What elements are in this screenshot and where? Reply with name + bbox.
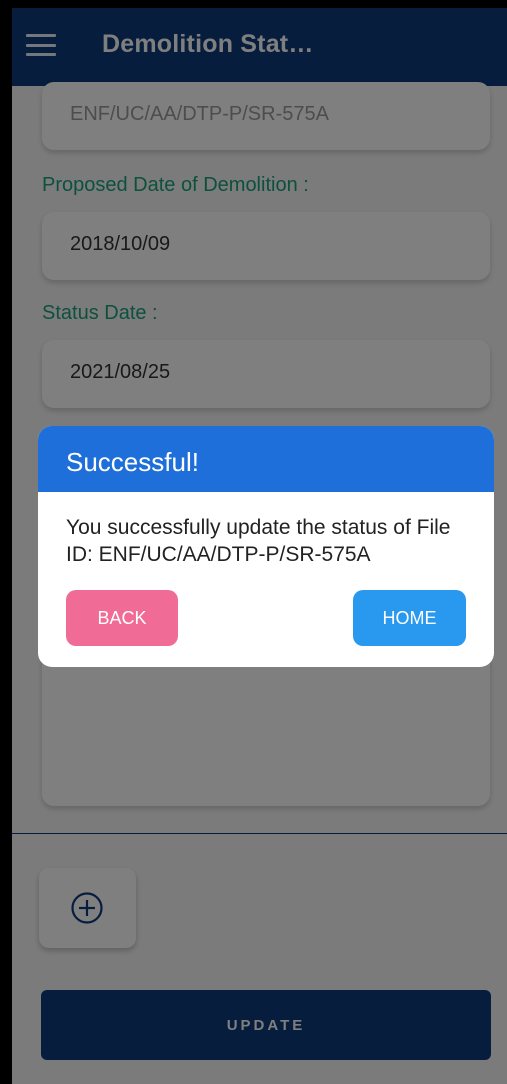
dialog-message: You successfully update the status of Fi… [66,516,451,566]
dialog-title: Successful! [66,447,199,477]
app-screen: Demolition Stat… ENF/UC/AA/DTP-P/SR-575A… [12,8,507,1084]
dialog-header: Successful! [38,426,494,492]
success-dialog: Successful! You successfully update the … [38,426,494,667]
home-button[interactable]: HOME [353,590,466,646]
back-button[interactable]: BACK [66,590,178,646]
